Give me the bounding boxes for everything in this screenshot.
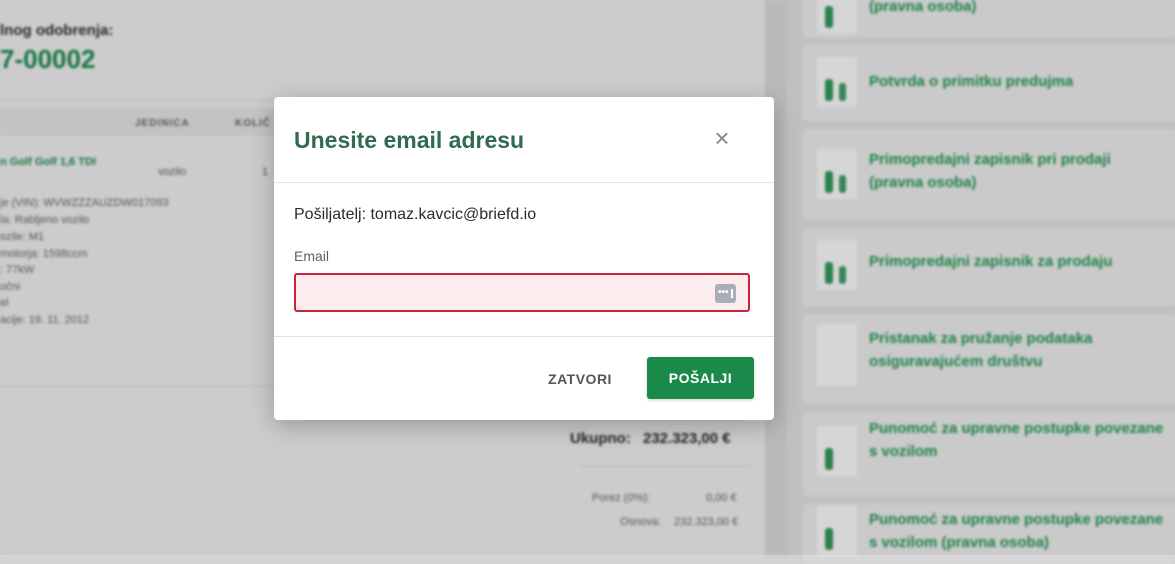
email-input[interactable] [294,273,750,312]
close-icon[interactable]: × [711,125,733,151]
sender-text: Pošiljatelj: tomaz.kavcic@briefd.io [294,206,537,223]
email-dialog: Unesite email adresu × Pošiljatelj: toma… [274,97,774,420]
divider [274,182,774,183]
send-button[interactable]: POŠALJI [647,357,754,399]
password-autofill-icon[interactable]: ••• [715,284,736,303]
divider [274,336,774,337]
close-button[interactable]: ZATVORI [539,367,621,391]
email-label: Email [294,248,330,264]
dialog-title: Unesite email adresu [294,127,525,153]
